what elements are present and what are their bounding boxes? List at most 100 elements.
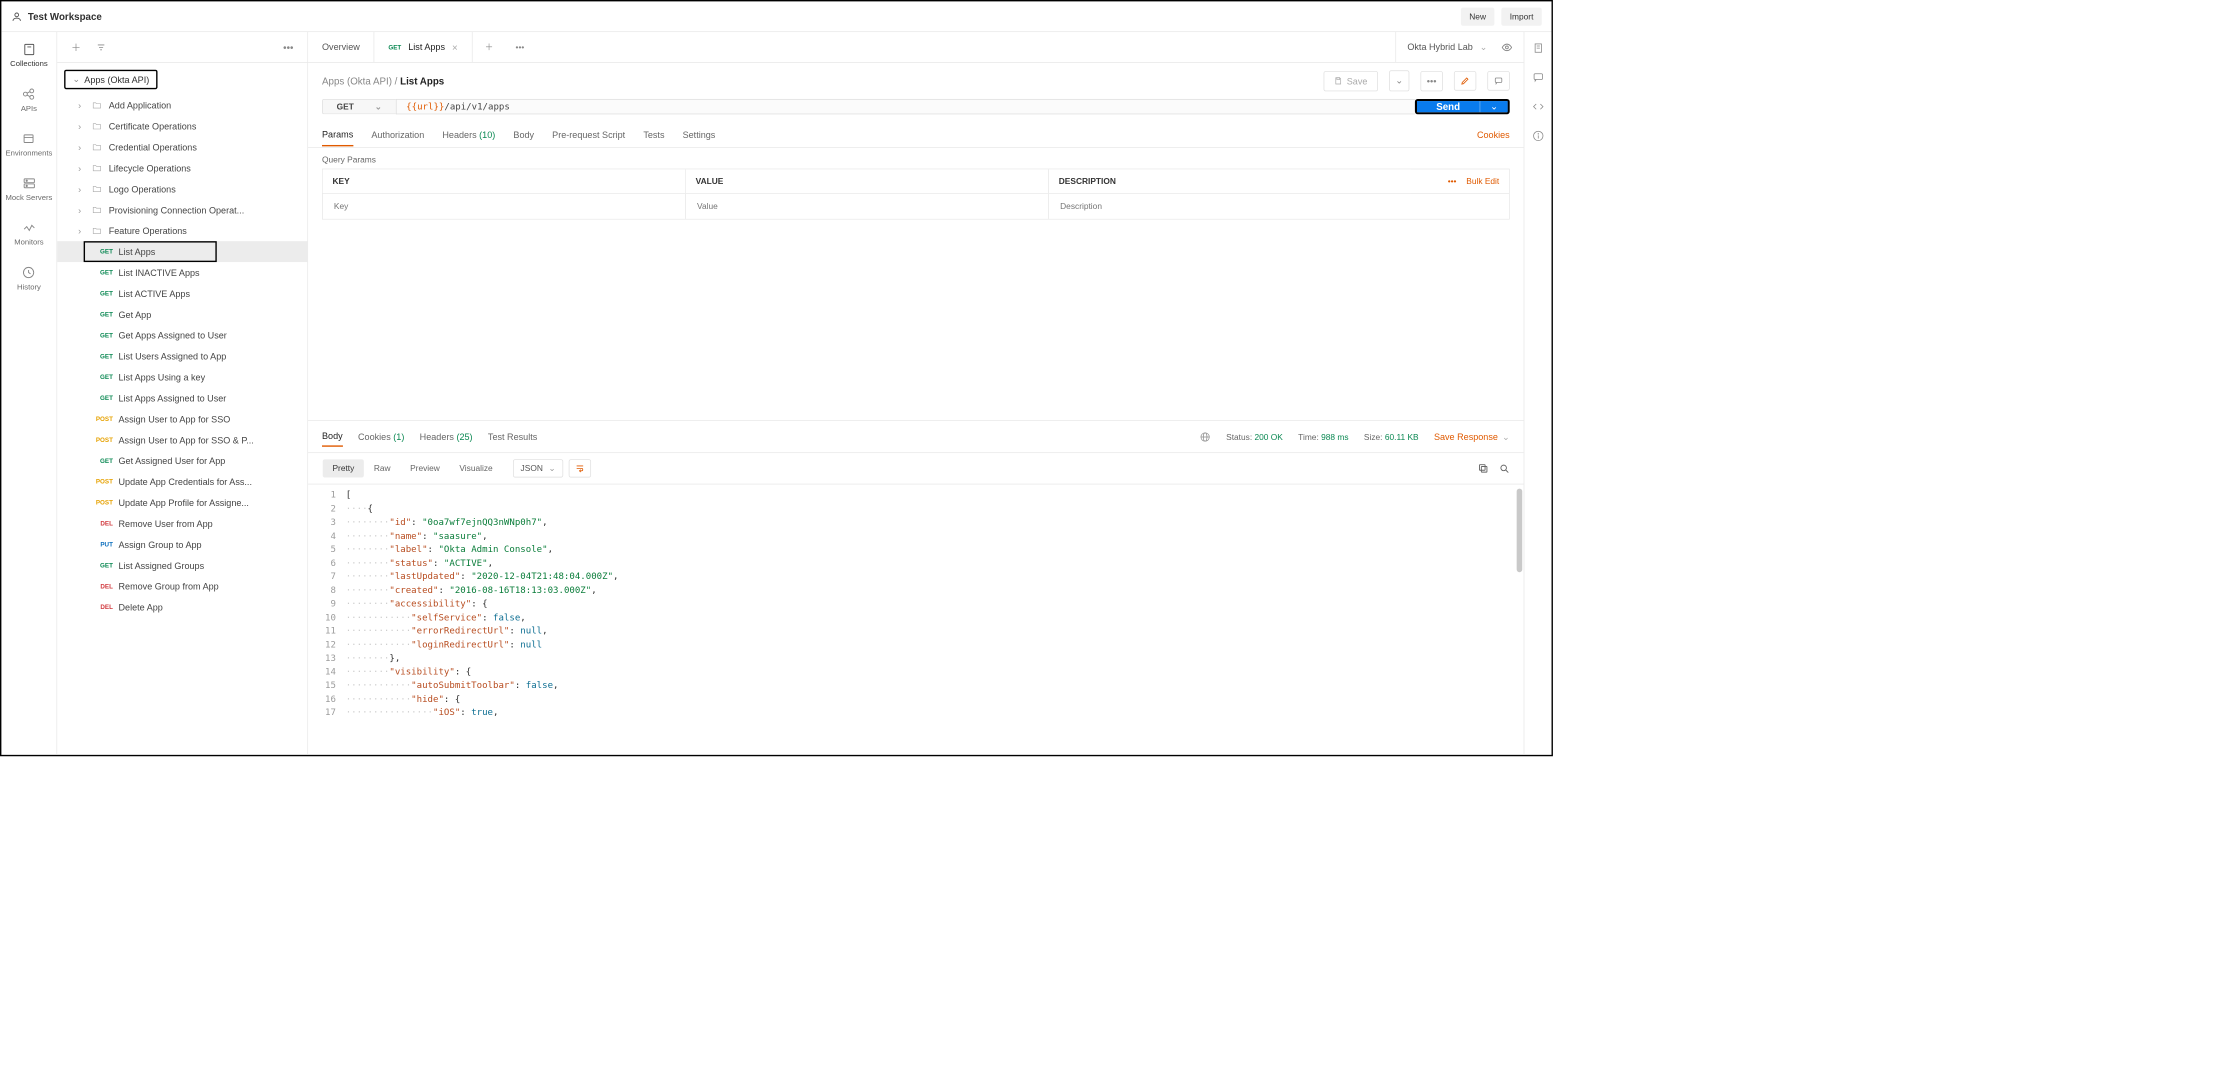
- rail-monitors[interactable]: Monitors: [14, 220, 43, 246]
- request-item[interactable]: POSTAssign User to App for SSO & P...: [57, 429, 307, 450]
- sidebar-filter-button[interactable]: [92, 41, 110, 52]
- request-label: List Apps: [118, 246, 155, 256]
- code-line: 10············"selfService": false,: [322, 611, 1524, 625]
- resp-tab-cookies[interactable]: Cookies (1): [358, 427, 404, 446]
- tab-overflow-button[interactable]: •••: [506, 32, 534, 62]
- subtab-settings[interactable]: Settings: [683, 124, 716, 146]
- resp-tab-headers[interactable]: Headers (25): [420, 427, 473, 446]
- subtab-authorization[interactable]: Authorization: [371, 124, 424, 146]
- qp-header-key: KEY: [323, 169, 686, 193]
- view-preview[interactable]: Preview: [400, 459, 449, 477]
- query-params-table: KEY VALUE DESCRIPTION ••• Bulk Edit: [322, 169, 1510, 220]
- format-selector[interactable]: JSON ⌄: [513, 459, 563, 477]
- response-body[interactable]: 1[2····{3········"id": "0oa7wf7ejnQQ3nWN…: [308, 484, 1524, 754]
- request-item[interactable]: GETList Assigned Groups: [57, 555, 307, 576]
- send-dropdown[interactable]: ⌄: [1480, 101, 1508, 112]
- request-method: GET: [92, 395, 113, 402]
- request-item[interactable]: GETGet Apps Assigned to User: [57, 325, 307, 346]
- comments-icon[interactable]: [1532, 71, 1545, 84]
- request-item[interactable]: GETGet App: [57, 304, 307, 325]
- folder-item[interactable]: ›Add Application: [57, 95, 307, 116]
- view-visualize[interactable]: Visualize: [450, 459, 503, 477]
- send-button[interactable]: Send: [1417, 101, 1480, 112]
- qp-key-input[interactable]: [332, 201, 675, 212]
- code-line: 3········"id": "0oa7wf7ejnQQ3nWNp0h7",: [322, 516, 1524, 530]
- folder-item[interactable]: ›Credential Operations: [57, 137, 307, 158]
- wrap-lines-button[interactable]: [569, 459, 591, 477]
- method-selector[interactable]: GET ⌄: [322, 99, 396, 114]
- request-item[interactable]: GETList Apps: [57, 241, 307, 262]
- qp-value-input[interactable]: [696, 201, 1039, 212]
- subtab-prerequest[interactable]: Pre-request Script: [552, 124, 625, 146]
- request-item[interactable]: POSTUpdate App Credentials for Ass...: [57, 471, 307, 492]
- new-button[interactable]: New: [1461, 7, 1494, 25]
- request-item[interactable]: POSTAssign User to App for SSO: [57, 408, 307, 429]
- folder-item[interactable]: ›Lifecycle Operations: [57, 158, 307, 179]
- response-status: Status: 200 OK: [1226, 432, 1283, 442]
- scrollbar-thumb[interactable]: [1517, 489, 1523, 573]
- workspace-selector[interactable]: Test Workspace: [11, 11, 102, 22]
- edit-button[interactable]: [1454, 71, 1476, 91]
- code-line: 12············"loginRedirectUrl": null: [322, 638, 1524, 652]
- qp-more-icon[interactable]: •••: [1448, 176, 1457, 186]
- folder-item[interactable]: ›Logo Operations: [57, 178, 307, 199]
- globe-icon[interactable]: [1200, 431, 1211, 442]
- save-dropdown[interactable]: ⌄: [1389, 70, 1409, 91]
- close-icon[interactable]: ×: [452, 41, 458, 52]
- chevron-right-icon: ›: [78, 225, 85, 235]
- tab-list-apps[interactable]: GET List Apps ×: [374, 32, 472, 62]
- subtab-headers[interactable]: Headers (10): [442, 124, 495, 146]
- info-icon[interactable]: [1532, 130, 1545, 143]
- docs-icon[interactable]: [1532, 42, 1545, 55]
- request-item[interactable]: GETList INACTIVE Apps: [57, 262, 307, 283]
- view-raw[interactable]: Raw: [364, 459, 400, 477]
- rail-collections[interactable]: Collections: [10, 42, 48, 68]
- resp-tab-body[interactable]: Body: [322, 427, 343, 447]
- code-icon[interactable]: [1532, 100, 1545, 113]
- folder-item[interactable]: ›Provisioning Connection Operat...: [57, 199, 307, 220]
- request-label: Get Assigned User for App: [118, 455, 225, 465]
- request-item[interactable]: POSTUpdate App Profile for Assigne...: [57, 492, 307, 513]
- environment-selector[interactable]: Okta Hybrid Lab ⌄: [1396, 32, 1524, 62]
- sidebar-more-button[interactable]: •••: [279, 41, 298, 54]
- import-button[interactable]: Import: [1501, 7, 1541, 25]
- request-item[interactable]: DELRemove Group from App: [57, 576, 307, 597]
- search-icon[interactable]: [1499, 463, 1510, 474]
- resp-tab-tests[interactable]: Test Results: [488, 427, 537, 446]
- folder-item[interactable]: ›Certificate Operations: [57, 116, 307, 137]
- folder-icon: [92, 184, 102, 194]
- folder-item[interactable]: ›Feature Operations: [57, 220, 307, 241]
- rail-history[interactable]: History: [17, 265, 41, 291]
- request-method: GET: [92, 269, 113, 276]
- comments-button[interactable]: [1487, 71, 1509, 91]
- save-button[interactable]: Save: [1324, 71, 1378, 91]
- subtab-tests[interactable]: Tests: [643, 124, 664, 146]
- rail-mock-servers[interactable]: Mock Servers: [5, 176, 52, 202]
- request-item[interactable]: GETList Apps Using a key: [57, 367, 307, 388]
- options-button[interactable]: •••: [1420, 71, 1442, 91]
- cookies-link[interactable]: Cookies: [1477, 130, 1510, 140]
- request-item[interactable]: GETList Users Assigned to App: [57, 346, 307, 367]
- code-line: 17················"iOS": true,: [322, 706, 1524, 720]
- eye-icon[interactable]: [1501, 41, 1512, 52]
- subtab-body[interactable]: Body: [513, 124, 534, 146]
- request-item[interactable]: GETGet Assigned User for App: [57, 450, 307, 471]
- new-tab-button[interactable]: ＋: [472, 32, 505, 62]
- bulk-edit-link[interactable]: Bulk Edit: [1466, 176, 1499, 186]
- copy-icon[interactable]: [1478, 463, 1489, 474]
- sidebar-add-button[interactable]: ＋: [67, 39, 85, 54]
- collection-header[interactable]: ⌄ Apps (Okta API): [64, 70, 157, 90]
- qp-desc-input[interactable]: [1059, 201, 1402, 212]
- request-item[interactable]: GETList Apps Assigned to User: [57, 388, 307, 409]
- request-item[interactable]: DELDelete App: [57, 597, 307, 618]
- rail-environments[interactable]: Environments: [5, 131, 52, 157]
- request-item[interactable]: DELRemove User from App: [57, 513, 307, 534]
- tab-overview[interactable]: Overview: [308, 32, 374, 62]
- url-input[interactable]: {{url}}/api/v1/apps: [396, 99, 1415, 114]
- request-item[interactable]: GETList ACTIVE Apps: [57, 283, 307, 304]
- request-item[interactable]: PUTAssign Group to App: [57, 534, 307, 555]
- subtab-params[interactable]: Params: [322, 123, 353, 146]
- save-response-button[interactable]: Save Response ⌄: [1434, 431, 1510, 442]
- rail-apis[interactable]: APIs: [21, 86, 37, 112]
- view-pretty[interactable]: Pretty: [323, 459, 364, 477]
